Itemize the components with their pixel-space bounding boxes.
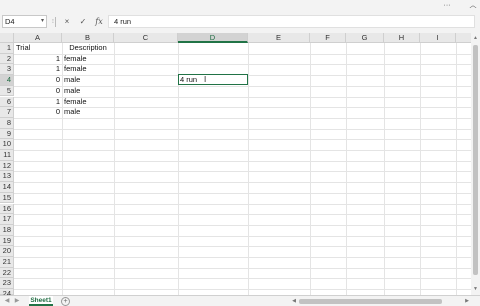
cell-a3[interactable]: 1 bbox=[14, 64, 62, 75]
gridline bbox=[14, 171, 471, 173]
cell-a7[interactable]: 0 bbox=[14, 107, 62, 118]
gridline bbox=[14, 128, 471, 130]
cell-b4[interactable]: male bbox=[62, 75, 114, 86]
row-header-8[interactable]: 8 bbox=[0, 117, 14, 129]
horizontal-scrollbar[interactable]: ◀ ▶ bbox=[290, 297, 472, 306]
row-header-21[interactable]: 21 bbox=[0, 257, 14, 268]
cell-b3[interactable]: female bbox=[62, 64, 114, 75]
cell-b5[interactable]: male bbox=[62, 86, 114, 97]
chevron-up-icon[interactable]: ︿ bbox=[466, 0, 480, 10]
vertical-scrollbar[interactable]: ▲ ▼ bbox=[471, 33, 480, 295]
column-header-g[interactable]: G bbox=[346, 33, 384, 43]
insert-function-button[interactable]: fx bbox=[93, 16, 105, 28]
column-header-i[interactable]: I bbox=[420, 33, 456, 43]
row-header-15[interactable]: 15 bbox=[0, 192, 14, 204]
tab-next-icon[interactable]: ▶ bbox=[13, 297, 21, 306]
gridline bbox=[14, 278, 471, 280]
column-header-a[interactable]: A bbox=[14, 33, 62, 43]
row-header-4[interactable]: 4 bbox=[0, 75, 14, 86]
gridline bbox=[14, 160, 471, 162]
row-header-20[interactable]: 20 bbox=[0, 246, 14, 257]
enter-button[interactable]: ✓ bbox=[77, 16, 89, 28]
gridline bbox=[14, 257, 471, 258]
gridline bbox=[14, 235, 471, 237]
row-header-23[interactable]: 23 bbox=[0, 278, 14, 290]
scroll-right-icon[interactable]: ▶ bbox=[463, 297, 471, 306]
gridline bbox=[14, 224, 471, 226]
cell-b2[interactable]: female bbox=[62, 54, 114, 65]
row-header-3[interactable]: 3 bbox=[0, 64, 14, 76]
row-header-2[interactable]: 2 bbox=[0, 53, 14, 65]
column-header-d[interactable]: D bbox=[178, 33, 248, 43]
row-header-6[interactable]: 6 bbox=[0, 96, 14, 108]
add-sheet-button[interactable]: + bbox=[61, 297, 70, 306]
cell-b1[interactable]: Description bbox=[52, 43, 124, 54]
formula-input[interactable]: 4 run bbox=[108, 15, 475, 28]
row-header-7[interactable]: 7 bbox=[0, 107, 14, 118]
scroll-thumb[interactable] bbox=[473, 45, 478, 275]
gridline bbox=[14, 214, 471, 216]
text-cursor-icon: I bbox=[204, 75, 207, 84]
divider bbox=[55, 17, 56, 27]
gridline bbox=[14, 267, 471, 269]
tab-sheet1[interactable]: Sheet1 bbox=[29, 296, 53, 306]
tab-prev-icon[interactable]: ◀ bbox=[3, 297, 11, 306]
row-header-5[interactable]: 5 bbox=[0, 85, 14, 97]
scroll-left-icon[interactable]: ◀ bbox=[290, 297, 298, 306]
dots-icon[interactable]: ··· bbox=[440, 0, 454, 10]
row-header-22[interactable]: 22 bbox=[0, 267, 14, 279]
row-header-1[interactable]: 1 bbox=[0, 43, 14, 54]
column-header-b[interactable]: B bbox=[62, 33, 114, 43]
gridline bbox=[14, 203, 471, 205]
gridline bbox=[14, 139, 471, 141]
cell-b7[interactable]: male bbox=[62, 107, 114, 118]
gridline bbox=[14, 246, 471, 248]
cell-a6[interactable]: 1 bbox=[14, 97, 62, 108]
active-cell-editor[interactable]: 4 run bbox=[178, 74, 248, 85]
cell-a5[interactable]: 0 bbox=[14, 86, 62, 97]
name-box[interactable]: D4 ▾ bbox=[2, 15, 47, 28]
column-header-f[interactable]: F bbox=[310, 33, 346, 43]
column-header-h[interactable]: H bbox=[384, 33, 420, 43]
column-header-partial[interactable] bbox=[456, 33, 471, 43]
grip-icon: ⁝ bbox=[52, 19, 54, 25]
row-header-12[interactable]: 12 bbox=[0, 160, 14, 172]
scroll-down-icon[interactable]: ▼ bbox=[471, 285, 480, 294]
gridline bbox=[14, 117, 471, 119]
window-titlebar: ··· ︿ bbox=[0, 0, 480, 11]
select-all-corner[interactable] bbox=[0, 33, 14, 43]
cell-a2[interactable]: 1 bbox=[14, 54, 62, 65]
row-header-17[interactable]: 17 bbox=[0, 214, 14, 225]
chevron-down-icon[interactable]: ▾ bbox=[41, 16, 44, 27]
gridline bbox=[14, 192, 471, 194]
formula-bar: D4 ▾ ⁝ × ✓ fx 4 run bbox=[0, 11, 480, 34]
row-header-16[interactable]: 16 bbox=[0, 203, 14, 215]
cell-b6[interactable]: female bbox=[62, 97, 114, 108]
spreadsheet-grid[interactable]: A B C D E F G H I 1 2 3 4 5 6 7 8 9 10 1… bbox=[0, 33, 471, 298]
gridline bbox=[14, 150, 471, 151]
column-header-e[interactable]: E bbox=[248, 33, 310, 43]
row-header-11[interactable]: 11 bbox=[0, 150, 14, 161]
row-header-13[interactable]: 13 bbox=[0, 171, 14, 183]
gridline bbox=[14, 182, 471, 184]
row-header-19[interactable]: 19 bbox=[0, 235, 14, 247]
name-box-value: D4 bbox=[5, 17, 15, 26]
column-header-c[interactable]: C bbox=[114, 33, 178, 43]
row-header-14[interactable]: 14 bbox=[0, 182, 14, 193]
cancel-button[interactable]: × bbox=[61, 16, 73, 28]
cell-a4[interactable]: 0 bbox=[14, 75, 62, 86]
hscroll-thumb[interactable] bbox=[299, 299, 442, 304]
row-header-18[interactable]: 18 bbox=[0, 224, 14, 236]
scroll-up-icon[interactable]: ▲ bbox=[471, 34, 480, 43]
gridline bbox=[14, 289, 471, 291]
row-header-9[interactable]: 9 bbox=[0, 128, 14, 140]
row-header-10[interactable]: 10 bbox=[0, 139, 14, 150]
sheet-tab-bar: ◀ ▶ Sheet1 + ◀ ▶ bbox=[0, 295, 480, 306]
